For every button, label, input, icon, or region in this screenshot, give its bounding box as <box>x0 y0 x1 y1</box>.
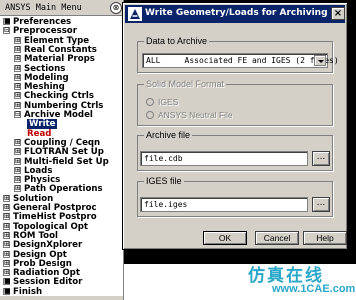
expand-icon[interactable]: ⊞ <box>14 83 21 91</box>
ok-button[interactable]: OK <box>203 231 247 245</box>
leaf-icon[interactable]: ■ <box>3 278 11 286</box>
archive-file-label: Archive file <box>144 130 193 140</box>
archive-file-value: file.cdb <box>144 154 183 163</box>
collapse-icon[interactable]: ⊟ <box>3 27 10 35</box>
solid-model-format-group: Solid Model Format IGES ANSYS Neutral Fi… <box>137 79 333 126</box>
main-menu-titlebar: ANSYS Main Menu ⊗ <box>0 0 123 16</box>
expand-icon[interactable]: ⊞ <box>3 231 10 239</box>
expand-icon[interactable]: ⊞ <box>3 241 10 249</box>
expand-icon[interactable]: ⊞ <box>14 36 21 44</box>
expand-icon[interactable]: ⊞ <box>14 45 21 53</box>
expand-icon[interactable]: ⊞ <box>14 185 21 193</box>
leaf-icon[interactable]: ■ <box>3 287 11 295</box>
expand-icon[interactable]: ⊞ <box>14 92 21 100</box>
leaf-icon[interactable]: ■ <box>3 18 11 25</box>
expand-icon[interactable]: ⊞ <box>14 55 21 63</box>
watermark-url: www.1CAE.com <box>272 283 356 295</box>
expand-icon[interactable]: ⊞ <box>14 64 21 72</box>
iges-file-group: IGES file file.iges ... <box>137 176 333 217</box>
data-to-archive-value: ALL Associated FE and IGES (2 files) <box>146 56 339 65</box>
data-to-archive-select[interactable]: ALL Associated FE and IGES (2 files) <box>142 53 339 68</box>
archive-file-input[interactable]: file.cdb <box>140 151 308 166</box>
radio-iges-label: IGES <box>158 97 179 107</box>
archive-file-group: Archive file file.cdb ... <box>137 130 333 171</box>
dialog-title: Write Geometry/Loads for Archiving <box>145 8 328 18</box>
expand-icon[interactable]: ⊞ <box>3 194 10 202</box>
radio-button-icon <box>146 111 154 119</box>
collapse-icon[interactable]: ⊟ <box>14 111 21 118</box>
expand-icon[interactable]: ⊞ <box>14 166 21 174</box>
archive-file-browse-button[interactable]: ... <box>312 151 330 166</box>
help-button[interactable]: Help <box>303 231 347 245</box>
expand-icon[interactable]: ⊞ <box>14 176 21 184</box>
expand-icon[interactable]: ⊞ <box>3 250 10 258</box>
expand-icon[interactable]: ⊞ <box>3 259 10 267</box>
iges-file-label: IGES file <box>144 176 184 186</box>
ansys-main-menu: ANSYS Main Menu ⊗ ■ Preferences ⊟ Preproces… <box>0 0 124 300</box>
expand-icon[interactable]: ⊞ <box>14 138 21 146</box>
expand-icon[interactable]: ⊞ <box>14 148 21 156</box>
dialog-titlebar[interactable]: Write Geometry/Loads for Archiving × <box>125 5 345 23</box>
data-to-archive-group: Data to Archive ALL Associated FE and IG… <box>137 36 339 73</box>
expand-icon[interactable]: ⊞ <box>3 222 10 230</box>
radio-ansys-neutral-label: ANSYS Neutral File <box>158 110 233 120</box>
data-to-archive-label: Data to Archive <box>144 36 210 46</box>
close-icon[interactable]: × <box>331 7 345 20</box>
iges-file-browse-button[interactable]: ... <box>312 197 330 212</box>
expand-icon[interactable]: ⊞ <box>14 73 21 81</box>
collapse-menu-icon[interactable]: ⊗ <box>110 2 122 14</box>
iges-file-input[interactable]: file.iges <box>140 197 308 212</box>
expand-icon[interactable]: ⊞ <box>3 269 10 277</box>
solid-model-format-label: Solid Model Format <box>144 79 227 89</box>
expand-icon[interactable]: ⊞ <box>14 101 21 109</box>
expand-icon[interactable]: ⊞ <box>3 213 10 221</box>
cancel-button[interactable]: Cancel <box>255 231 299 245</box>
expand-icon[interactable]: ⊞ <box>14 157 21 165</box>
ansys-logo-icon <box>128 7 142 21</box>
main-menu-title: ANSYS Main Menu <box>5 3 82 13</box>
iges-file-value: file.iges <box>144 200 188 209</box>
expand-icon[interactable]: ⊞ <box>3 204 10 211</box>
chevron-down-icon[interactable] <box>314 55 326 66</box>
write-archive-dialog: Write Geometry/Loads for Archiving × Dat… <box>122 2 348 250</box>
radio-button-icon <box>146 98 154 106</box>
menu-scroll-strip <box>0 296 123 300</box>
